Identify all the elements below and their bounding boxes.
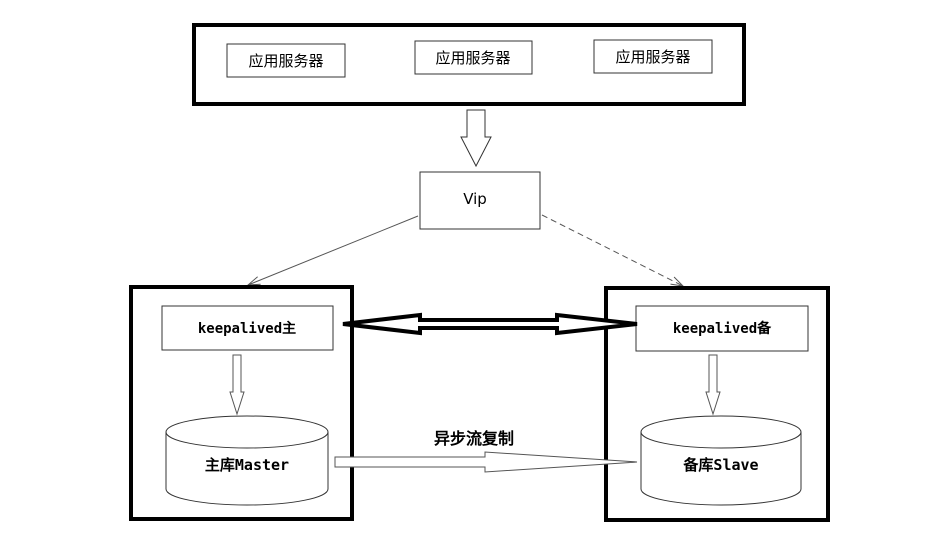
keepalived-master-box: keepalived主 (161, 305, 334, 351)
app-server-2-label: 应用服务器 (435, 49, 510, 67)
replication-arrow (334, 451, 638, 473)
keepalived-master-label: keepalived主 (198, 320, 296, 337)
app-server-3-label: 应用服务器 (615, 48, 690, 66)
replication-label: 异步流复制 (434, 429, 514, 448)
slave-db-label: 备库Slave (682, 456, 758, 474)
vip-label: Vip (463, 190, 487, 208)
keepalived-slave-label: keepalived备 (673, 320, 772, 337)
master-db-label: 主库Master (205, 456, 289, 474)
slave-db-cylinder: 备库Slave (640, 415, 802, 506)
vip-box: Vip (419, 171, 541, 230)
app-server-3: 应用服务器 (593, 39, 713, 74)
app-server-2: 应用服务器 (414, 40, 533, 75)
heartbeat-double-arrow (342, 312, 638, 336)
master-db-cylinder: 主库Master (165, 415, 329, 506)
app-server-1: 应用服务器 (226, 43, 346, 78)
app-to-vip-arrow (460, 109, 492, 168)
app-server-1-label: 应用服务器 (248, 52, 323, 70)
keepalived-slave-box: keepalived备 (635, 305, 809, 352)
vip-to-master-arrow (248, 215, 419, 285)
vip-to-slave-arrow (541, 214, 683, 286)
